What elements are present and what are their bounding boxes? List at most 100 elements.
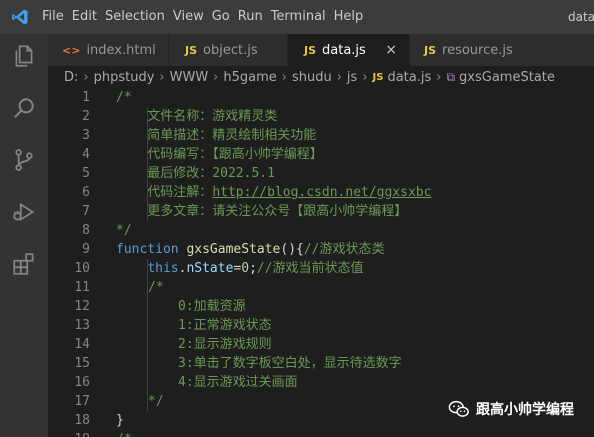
- code-text: 0:加载资源: [178, 299, 246, 314]
- breadcrumb-item[interactable]: WWW: [170, 70, 209, 85]
- menu-run[interactable]: Run: [238, 0, 271, 34]
- line-number: 1: [82, 90, 90, 105]
- code-text: 4:显示游戏过关画面: [178, 375, 298, 390]
- code-text: 3:单击了数字板空白处，显示待选数字: [178, 356, 402, 371]
- tab-label: data.js: [322, 42, 366, 58]
- source-control-icon[interactable]: [11, 147, 37, 173]
- line-number: 11: [74, 280, 90, 295]
- line-number: 12: [74, 299, 90, 314]
- vscode-logo-icon: [12, 9, 28, 25]
- code-text: 最后修改：2022.5.1: [116, 166, 275, 181]
- code-line: 10 this.nState=0;//游戏当前状态值: [48, 259, 594, 278]
- breadcrumb-item[interactable]: js: [347, 70, 357, 85]
- watermark-text: 跟高小帅学编程: [476, 402, 574, 418]
- code-text: 代码注解：http://blog.csdn.net/ggxsxbc: [116, 183, 431, 202]
- line-number: 2: [82, 109, 90, 124]
- editor-tabs: <> index.html JS object.js JS data.js × …: [48, 34, 594, 66]
- line-number: 8: [82, 223, 90, 238]
- line-number: 6: [82, 185, 90, 200]
- menu-go[interactable]: Go: [212, 0, 238, 34]
- code-text: 更多文章：请关注公众号【跟高小帅学编程】: [116, 204, 408, 219]
- breadcrumb-file[interactable]: data.js: [387, 70, 431, 85]
- comment-token: //游戏状态类: [303, 242, 385, 257]
- menu-help[interactable]: Help: [334, 0, 372, 34]
- menu-view[interactable]: View: [173, 0, 212, 34]
- code-line: 15 3:单击了数字板空白处，显示待选数字: [48, 354, 594, 373]
- chevron-right-icon: ›: [336, 69, 342, 85]
- html-file-icon: <>: [62, 43, 81, 57]
- code-line: 19 /*: [48, 430, 594, 437]
- line-number: 19: [48, 430, 90, 437]
- code-line: 9 function gxsGameState(){//游戏状态类: [48, 240, 594, 259]
- code-text: */: [148, 394, 164, 409]
- breadcrumb: D: › phpstudy › WWW › h5game › shudu › js › JS…: [48, 66, 594, 88]
- menu-terminal[interactable]: Terminal: [271, 0, 334, 34]
- code-text: function gxsGameState(){//游戏状态类: [116, 240, 385, 259]
- code-line: 1 /*: [48, 88, 594, 107]
- code-text: }: [116, 413, 124, 428]
- breadcrumb-item[interactable]: phpstudy: [94, 70, 155, 85]
- line-number: 5: [82, 166, 90, 181]
- chevron-right-icon: ›: [436, 69, 442, 85]
- code-line: 6 代码注解：http://blog.csdn.net/ggxsxbc: [48, 183, 594, 202]
- code-text: 简单描述：精灵绘制相关功能: [116, 128, 317, 143]
- line-number: 14: [74, 337, 90, 352]
- code-line: 7 更多文章：请关注公众号【跟高小帅学编程】: [48, 202, 594, 221]
- line-number: 7: [82, 204, 90, 219]
- breadcrumb-item[interactable]: shudu: [292, 70, 332, 85]
- run-debug-icon[interactable]: [11, 199, 37, 225]
- search-icon[interactable]: [11, 95, 37, 121]
- chevron-right-icon: ›: [362, 69, 368, 85]
- code-text: this.nState=0;//游戏当前状态值: [116, 259, 364, 278]
- menu-selection[interactable]: Selection: [105, 0, 173, 34]
- js-file-icon: JS: [185, 43, 198, 57]
- wechat-watermark: 跟高小帅学编程: [448, 398, 574, 420]
- code-text: /*: [116, 90, 132, 105]
- comment-link[interactable]: http://blog.csdn.net/ggxsxbc: [212, 185, 431, 200]
- breadcrumb-item[interactable]: h5game: [223, 70, 276, 85]
- line-number: 18: [74, 413, 90, 428]
- keyword-token: this: [147, 261, 179, 276]
- wechat-icon: [448, 400, 469, 417]
- close-tab-icon[interactable]: ×: [385, 42, 397, 58]
- code-editor[interactable]: 1 /* 2 文件名称：游戏精灵类 3 简单描述：精灵绘制相关功能 4 代码编写…: [48, 88, 594, 437]
- tab-index-html[interactable]: <> index.html: [48, 34, 169, 66]
- keyword-token: function: [116, 242, 179, 257]
- punctuation-token: ;: [249, 261, 257, 276]
- comment-token: //游戏当前状态值: [256, 261, 364, 276]
- comment-text: 代码注解：: [116, 185, 213, 200]
- chevron-right-icon: ›: [213, 69, 219, 85]
- chevron-right-icon: ›: [159, 69, 165, 85]
- chevron-right-icon: ›: [83, 69, 89, 85]
- code-text: */: [116, 223, 132, 238]
- breadcrumb-item[interactable]: D:: [64, 70, 78, 85]
- punctuation-token: (){: [280, 242, 304, 257]
- line-number: 17: [74, 394, 90, 409]
- tab-label: resource.js: [442, 42, 513, 58]
- line-number: 10: [74, 261, 90, 276]
- tab-resource-js[interactable]: JS resource.js: [410, 34, 594, 66]
- tab-label: index.html: [86, 42, 156, 58]
- line-number: 4: [82, 147, 90, 162]
- activity-bar: [0, 34, 48, 437]
- breadcrumb-symbol[interactable]: gxsGameState: [459, 70, 555, 85]
- menu-edit[interactable]: Edit: [72, 0, 105, 34]
- line-number: 15: [74, 356, 90, 371]
- code-line: 8 */: [48, 221, 594, 240]
- code-text: /*: [116, 430, 132, 437]
- code-line: 14 2:显示游戏规则: [48, 335, 594, 354]
- extensions-icon[interactable]: [11, 251, 37, 277]
- code-line: 16 4:显示游戏过关画面: [48, 373, 594, 392]
- code-line: 3 简单描述：精灵绘制相关功能: [48, 126, 594, 145]
- code-line: 4 代码编写：【跟高小帅学编程】: [48, 145, 594, 164]
- number-token: 0: [241, 261, 250, 276]
- line-number: 13: [74, 318, 90, 333]
- code-line: 5 最后修改：2022.5.1: [48, 164, 594, 183]
- js-file-icon: JS: [424, 43, 437, 57]
- explorer-icon[interactable]: [11, 43, 37, 69]
- menu-file[interactable]: File: [42, 0, 72, 34]
- tab-object-js[interactable]: JS object.js: [169, 34, 288, 66]
- line-number: 16: [74, 375, 90, 390]
- code-text: 2:显示游戏规则: [178, 337, 272, 352]
- tab-data-js[interactable]: JS data.js ×: [288, 34, 410, 66]
